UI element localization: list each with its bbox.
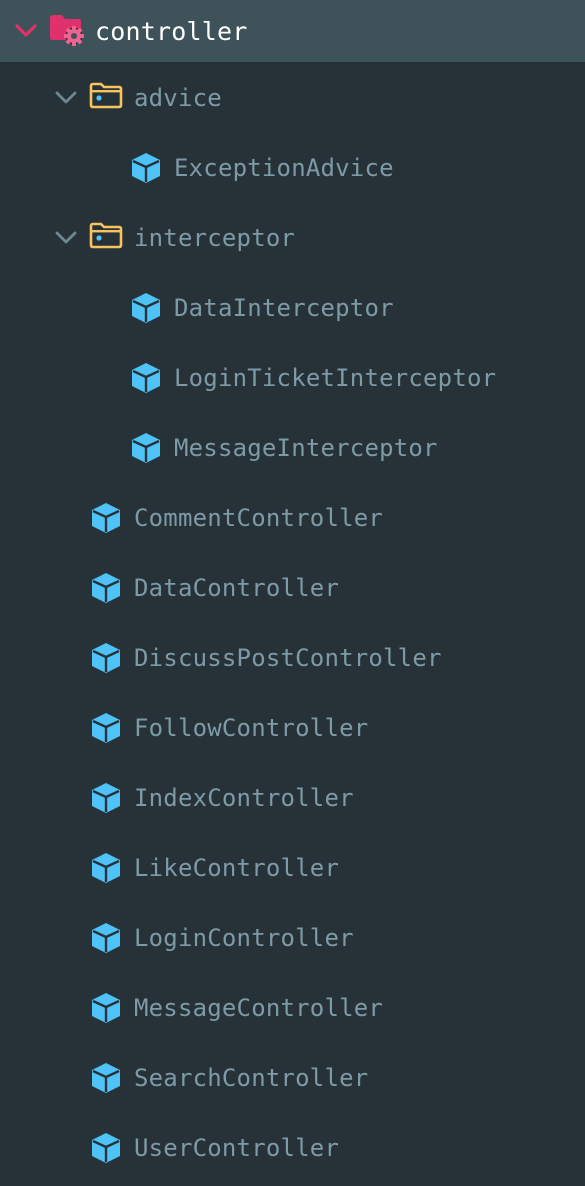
tree-node-label: UserController [134,1134,340,1162]
tree-node-usercontroller[interactable]: UserController [0,1113,585,1183]
class-cube-icon [92,713,120,743]
tree-node-label: MessageInterceptor [174,434,438,462]
tree-node-label: IndexController [134,784,354,812]
class-cube-icon [92,783,120,813]
tree-node-label: interceptor [134,224,296,252]
tree-node-datacontroller[interactable]: DataController [0,553,585,623]
class-cube-icon [92,643,120,673]
class-cube-icon [92,503,120,533]
tree-node-label: FollowController [134,714,369,742]
tree-node-discusspostcontroller[interactable]: DiscussPostController [0,623,585,693]
tree-node-label: ExceptionAdvice [174,154,394,182]
class-cube-icon [92,853,120,883]
project-tree: controller advice ExceptionAdvice interc… [0,0,585,1186]
tree-node-commentcontroller[interactable]: CommentController [0,483,585,553]
tree-node-advice[interactable]: advice [0,63,585,133]
tree-node-logincontroller[interactable]: LoginController [0,903,585,973]
tree-node-messageinterceptor[interactable]: MessageInterceptor [0,413,585,483]
tree-node-label: DataInterceptor [174,294,394,322]
class-cube-icon [92,1063,120,1093]
class-cube-icon [92,573,120,603]
chevron-down-icon[interactable] [13,18,39,44]
tree-node-exceptionadvice[interactable]: ExceptionAdvice [0,133,585,203]
tree-node-label: LoginTicketInterceptor [174,364,497,392]
tree-node-label: LikeController [134,854,340,882]
class-cube-icon [132,433,160,463]
tree-node-label: advice [134,84,222,112]
tree-node-label: DataController [134,574,340,602]
class-cube-icon [132,153,160,183]
class-cube-icon [92,1133,120,1163]
tree-node-controller[interactable]: controller [0,0,585,62]
tree-node-searchcontroller[interactable]: SearchController [0,1043,585,1113]
tree-node-label: CommentController [134,504,384,532]
folder-icon [89,222,123,249]
tree-node-datainterceptor[interactable]: DataInterceptor [0,273,585,343]
class-cube-icon [132,293,160,323]
tree-node-interceptor[interactable]: interceptor [0,203,585,273]
tree-node-label: LoginController [134,924,354,952]
folder-gear-icon [50,15,84,46]
tree-node-indexcontroller[interactable]: IndexController [0,763,585,833]
class-cube-icon [92,923,120,953]
tree-node-label: DiscussPostController [134,644,442,672]
chevron-down-icon[interactable] [53,85,79,111]
tree-node-messagecontroller[interactable]: MessageController [0,973,585,1043]
chevron-down-icon[interactable] [53,225,79,251]
tree-node-followcontroller[interactable]: FollowController [0,693,585,763]
tree-node-label: controller [95,16,248,46]
class-cube-icon [92,993,120,1023]
folder-icon [89,82,123,109]
tree-node-loginticketinterceptor[interactable]: LoginTicketInterceptor [0,343,585,413]
tree-node-likecontroller[interactable]: LikeController [0,833,585,903]
tree-node-label: MessageController [134,994,384,1022]
tree-node-label: SearchController [134,1064,369,1092]
class-cube-icon [132,363,160,393]
